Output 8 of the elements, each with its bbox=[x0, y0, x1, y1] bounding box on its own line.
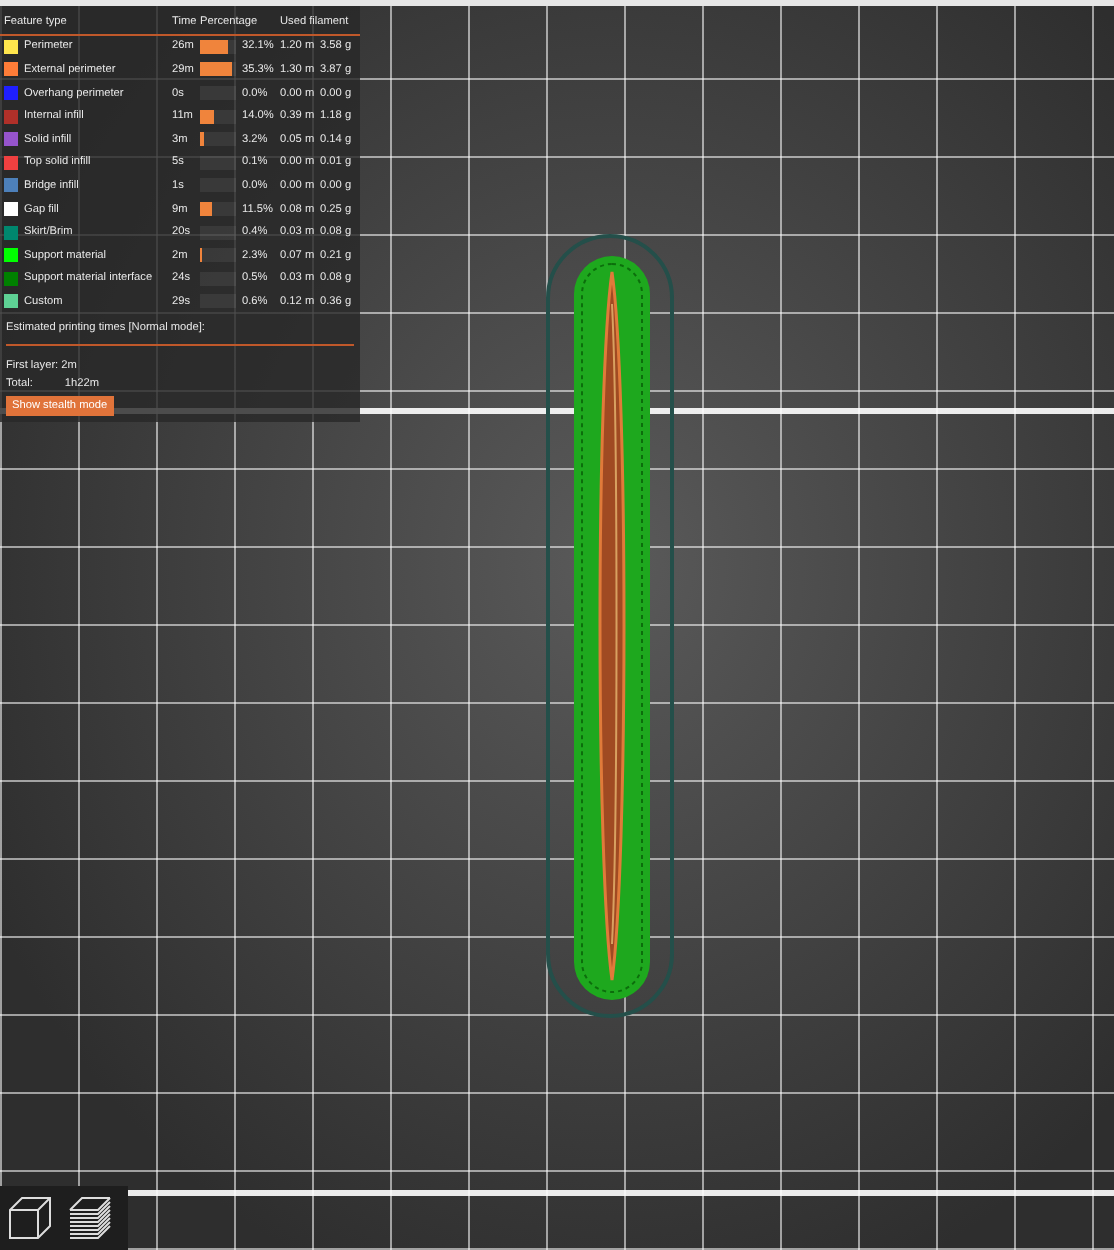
percentage-track bbox=[200, 271, 236, 286]
percentage-track bbox=[200, 155, 236, 170]
percentage-track bbox=[200, 178, 236, 193]
percentage-track bbox=[200, 86, 236, 101]
percentage-track bbox=[200, 294, 236, 309]
cube-icon[interactable] bbox=[4, 1192, 56, 1244]
layers-icon[interactable] bbox=[64, 1192, 116, 1244]
percentage-track bbox=[200, 225, 236, 240]
